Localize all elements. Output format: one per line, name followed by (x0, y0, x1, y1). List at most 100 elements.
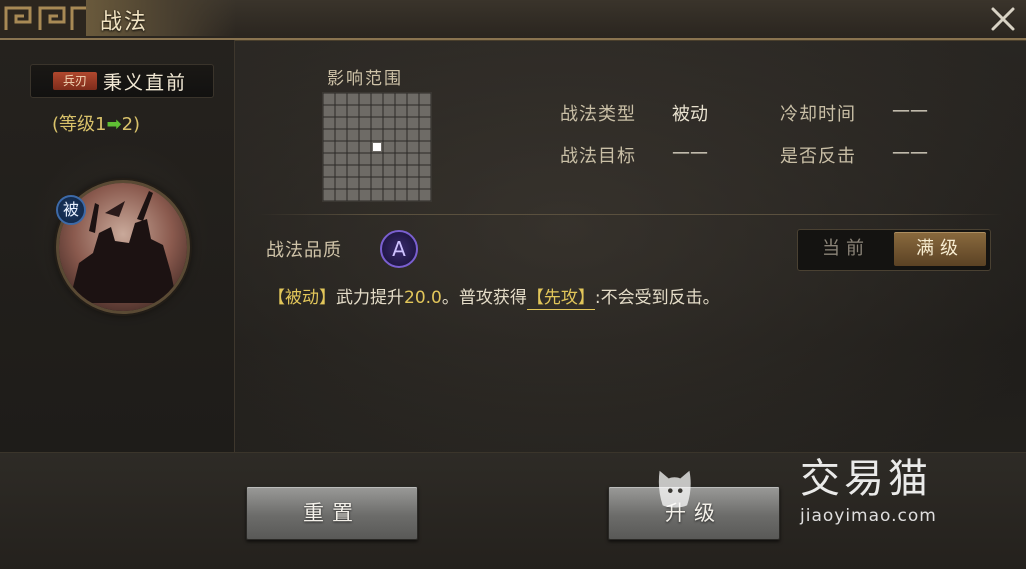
range-cell (371, 165, 383, 177)
desc-passive-tag: 【被动】 (268, 288, 336, 308)
range-cell (395, 93, 407, 105)
counter-label: 是否反击 (780, 146, 856, 167)
range-cell (359, 153, 371, 165)
range-cell (335, 129, 347, 141)
window-title: 战法 (100, 10, 149, 35)
range-cell (371, 93, 383, 105)
range-cell (323, 189, 335, 201)
range-cell (359, 189, 371, 201)
desc-text-2: 。普攻获得 (441, 288, 527, 308)
range-cell (347, 129, 359, 141)
type-label: 战法类型 (560, 104, 636, 125)
range-cell (359, 177, 371, 189)
range-cell (407, 129, 419, 141)
range-cell (395, 105, 407, 117)
range-cell (419, 153, 431, 165)
desc-text-3: :不会受到反击。 (594, 288, 720, 308)
range-cell (383, 117, 395, 129)
type-value: 被动 (672, 104, 708, 125)
range-cell (395, 117, 407, 129)
range-cell (383, 189, 395, 201)
range-cell (323, 153, 335, 165)
range-cell (395, 189, 407, 201)
level-arrow-icon: ➡ (106, 114, 122, 135)
range-cell (419, 105, 431, 117)
level-from: (等级1 (52, 114, 107, 135)
range-cell (419, 117, 431, 129)
level-to: 2) (121, 114, 141, 135)
watermark-name: 交易猫 (800, 456, 932, 502)
range-cell (407, 141, 419, 153)
quality-grade-badge: A (380, 230, 418, 268)
toggle-max-level[interactable]: 满级 (894, 232, 986, 266)
range-cell (335, 165, 347, 177)
range-cell (359, 165, 371, 177)
range-cell (383, 165, 395, 177)
desc-value: 20.0 (404, 288, 442, 308)
target-value: —— (672, 142, 708, 163)
range-cell (359, 93, 371, 105)
skill-type-tag: 兵刃 (53, 72, 97, 90)
range-cell (323, 141, 335, 153)
range-cell (383, 141, 395, 153)
skill-name-plate: 兵刃 秉义直前 (30, 64, 214, 98)
reset-button[interactable]: 重置 (246, 486, 418, 540)
range-cell (383, 177, 395, 189)
range-cell (407, 165, 419, 177)
range-cell (347, 141, 359, 153)
range-cell (335, 177, 347, 189)
range-cell (419, 129, 431, 141)
range-cell (323, 117, 335, 129)
range-cell (407, 189, 419, 201)
range-cell (371, 129, 383, 141)
range-cell (347, 105, 359, 117)
cooldown-value: —— (892, 100, 928, 121)
range-cell (359, 129, 371, 141)
range-cell (371, 189, 383, 201)
range-cell (347, 153, 359, 165)
range-cell (335, 105, 347, 117)
range-cell (359, 141, 371, 153)
range-cell (335, 141, 347, 153)
range-cell (419, 165, 431, 177)
range-cell (407, 153, 419, 165)
range-cell (347, 177, 359, 189)
range-cell (323, 129, 335, 141)
cooldown-label: 冷却时间 (780, 104, 856, 125)
range-cell (347, 189, 359, 201)
range-cell (371, 177, 383, 189)
range-cell (323, 165, 335, 177)
passive-badge: 被 (56, 195, 86, 225)
range-cell (395, 141, 407, 153)
range-cell (395, 165, 407, 177)
range-cell (419, 177, 431, 189)
range-cell (395, 129, 407, 141)
skill-name: 秉义直前 (103, 72, 188, 94)
cat-logo-icon (658, 470, 691, 508)
range-cell (407, 177, 419, 189)
range-cell (323, 177, 335, 189)
level-toggle: 当前 满级 (797, 229, 991, 271)
range-cell (359, 117, 371, 129)
fret-ornament-icon (0, 0, 86, 36)
range-cell (383, 153, 395, 165)
range-cell (335, 189, 347, 201)
desc-first-strike-link[interactable]: 【先攻】 (526, 288, 595, 310)
close-icon[interactable] (988, 4, 1018, 34)
range-grid (322, 92, 432, 202)
range-cell (395, 177, 407, 189)
range-cell (395, 153, 407, 165)
range-cell (419, 141, 431, 153)
level-change: (等级1➡2) (52, 110, 140, 136)
range-cell (407, 117, 419, 129)
range-cell (335, 153, 347, 165)
toggle-current[interactable]: 当前 (800, 232, 892, 266)
desc-text-1: 武力提升 (336, 288, 404, 308)
range-center-marker (373, 143, 381, 151)
range-cell (419, 93, 431, 105)
range-cell (335, 117, 347, 129)
range-label: 影响范围 (327, 69, 403, 89)
range-cell (335, 93, 347, 105)
range-cell (383, 105, 395, 117)
range-cell (347, 165, 359, 177)
